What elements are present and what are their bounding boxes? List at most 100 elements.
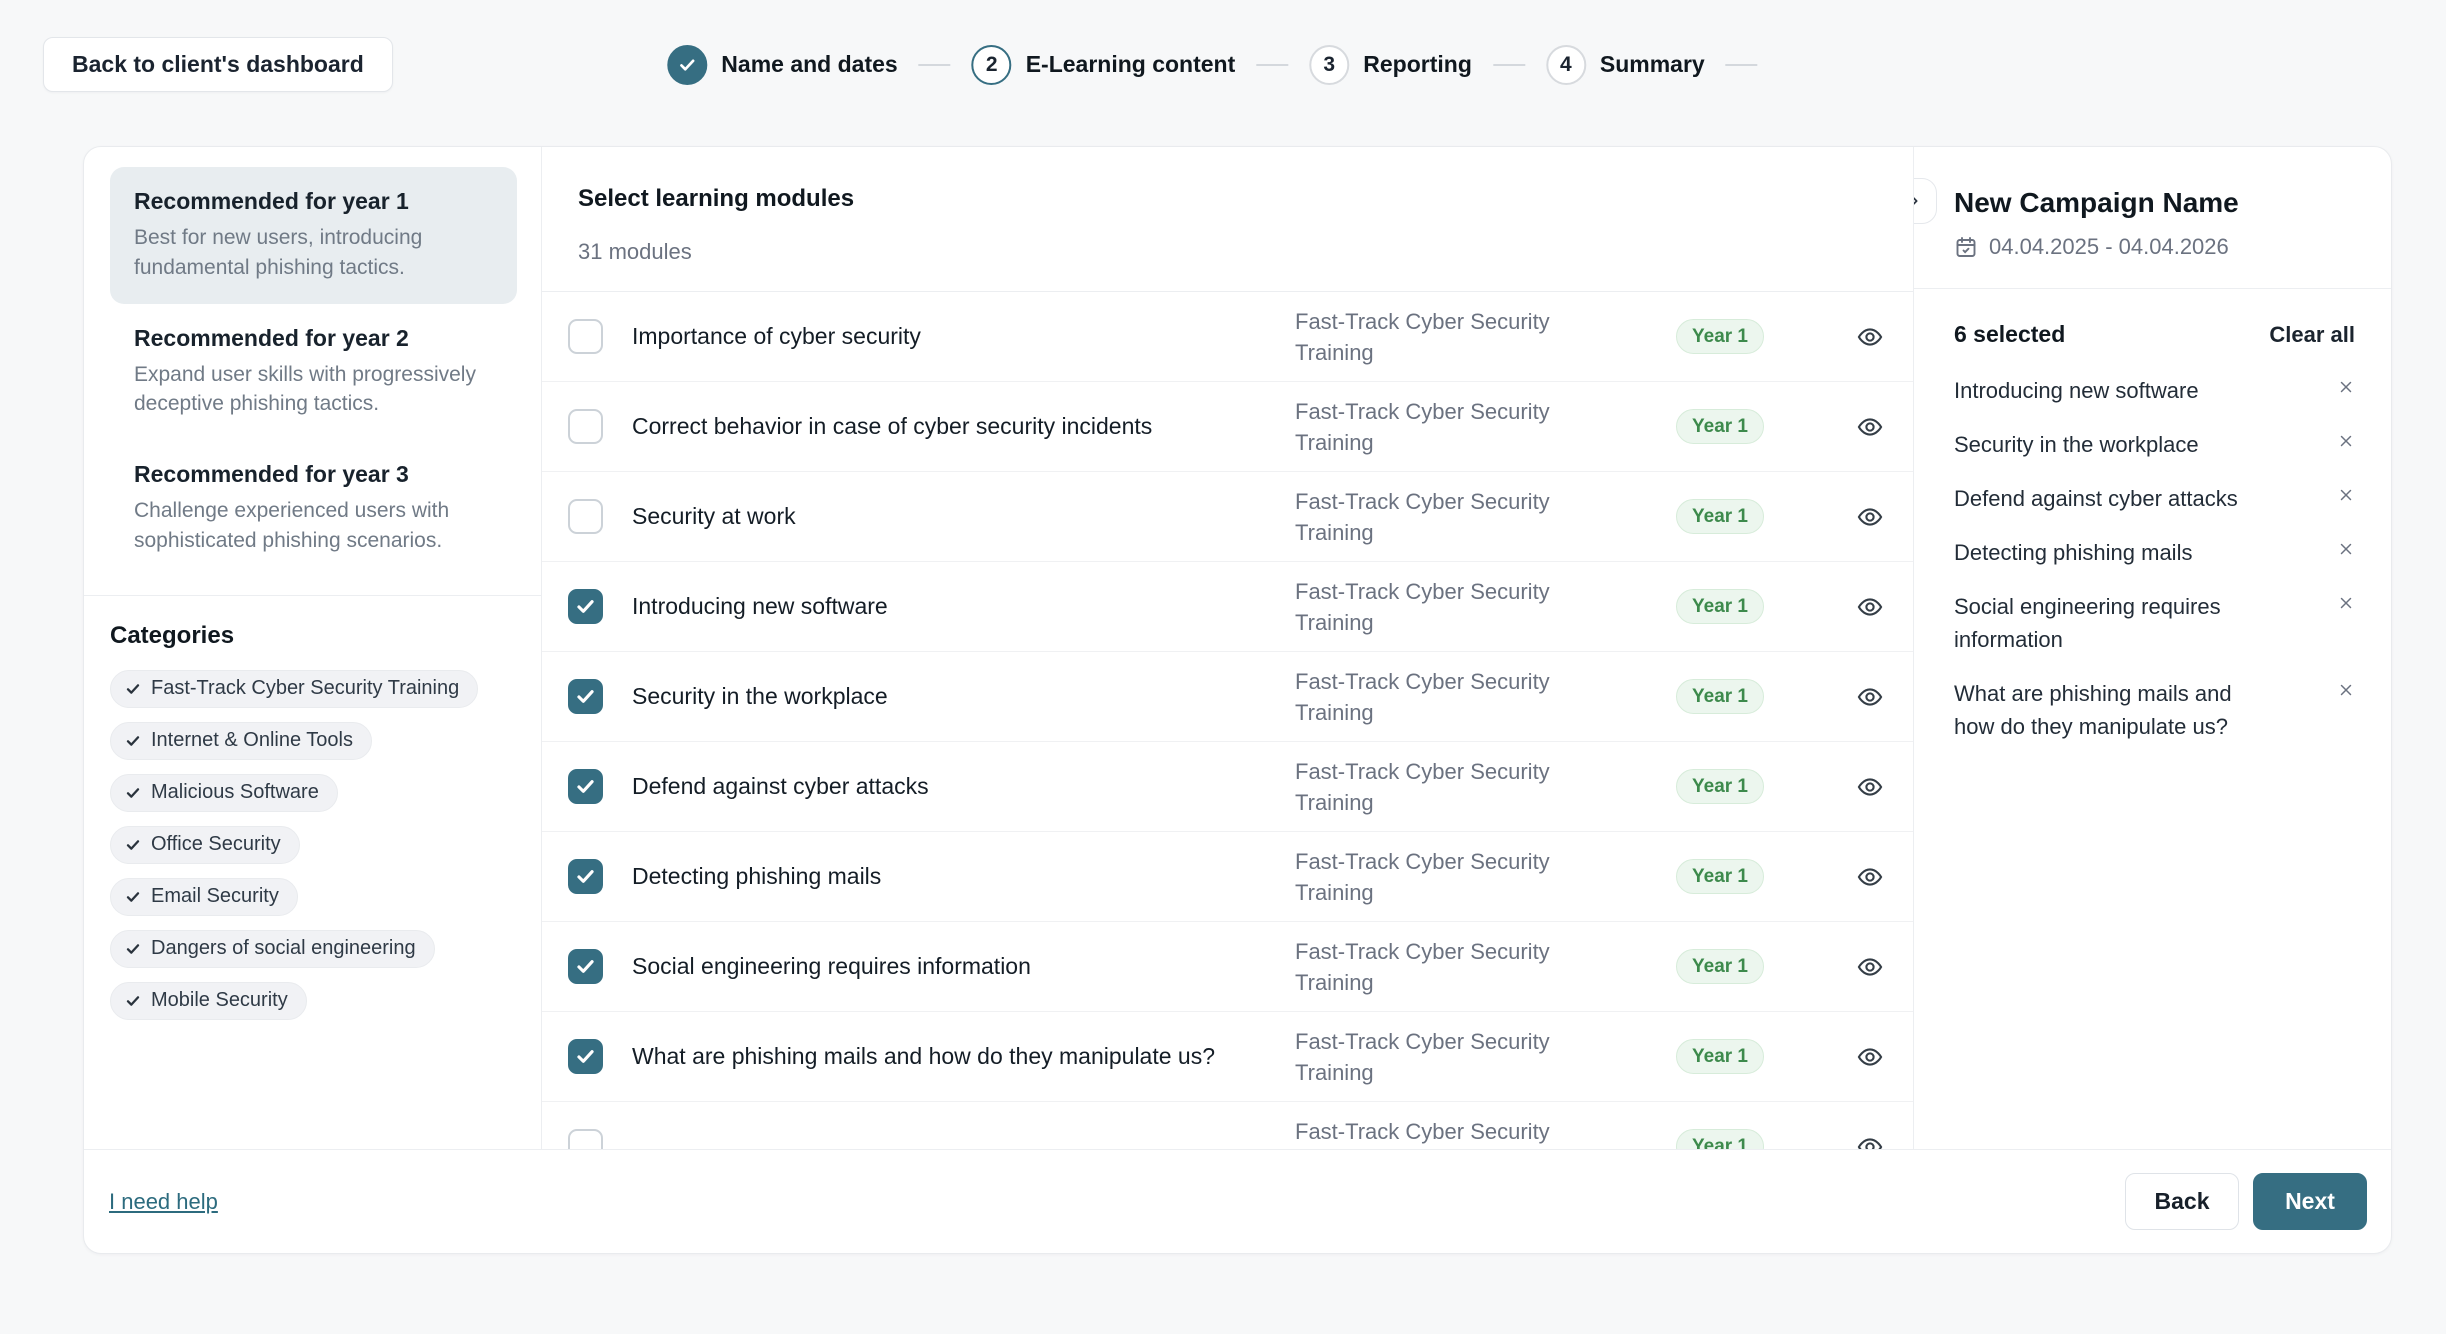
step-connector — [1726, 64, 1758, 66]
module-year-badge-wrap: Year 1 — [1676, 949, 1791, 985]
stepper-step[interactable]: 4 Summary — [1546, 45, 1779, 85]
preview-eye-icon[interactable] — [1856, 593, 1884, 621]
preview-eye-icon[interactable] — [1856, 1043, 1884, 1071]
step-number: 2 — [986, 53, 998, 77]
check-icon — [575, 956, 596, 977]
check-icon — [575, 596, 596, 617]
recommendation-option[interactable]: Recommended for year 3 Challenge experie… — [110, 440, 517, 577]
recommendation-title: Recommended for year 1 — [134, 188, 493, 215]
step-label: Reporting — [1363, 51, 1472, 78]
remove-selected-icon[interactable] — [2337, 594, 2355, 617]
recommendation-option[interactable]: Recommended for year 1 Best for new user… — [110, 167, 517, 304]
module-row[interactable]: Social engineering requires information … — [542, 922, 1913, 1012]
preview-eye-icon[interactable] — [1856, 953, 1884, 981]
module-title: Importance of cyber security — [632, 323, 1295, 350]
step-indicator — [667, 45, 707, 85]
chevron-right-icon — [1914, 192, 1923, 210]
year-badge: Year 1 — [1676, 589, 1764, 625]
module-row[interactable]: Security in the workplace Fast-Track Cyb… — [542, 652, 1913, 742]
module-checkbox[interactable] — [568, 1039, 603, 1074]
category-chip[interactable]: Dangers of social engineering — [110, 930, 435, 968]
year-badge: Year 1 — [1676, 769, 1764, 805]
preview-eye-icon[interactable] — [1856, 503, 1884, 531]
check-icon — [125, 733, 141, 749]
selected-module-label: Social engineering requires information — [1954, 590, 2254, 656]
stepper-step[interactable]: 2 E-Learning content — [972, 45, 1310, 85]
category-chip-label: Office Security — [151, 833, 281, 856]
remove-selected-icon[interactable] — [2337, 681, 2355, 704]
module-row[interactable]: Fast-Track Cyber Security Training Year … — [542, 1102, 1913, 1149]
module-row[interactable]: Security at work Fast-Track Cyber Securi… — [542, 472, 1913, 562]
back-button[interactable]: Back — [2125, 1173, 2239, 1230]
remove-selected-icon[interactable] — [2337, 432, 2355, 455]
module-row[interactable]: Detecting phishing mails Fast-Track Cybe… — [542, 832, 1913, 922]
module-checkbox[interactable] — [568, 589, 603, 624]
module-training-name: Fast-Track Cyber Security Training — [1295, 1116, 1595, 1150]
module-checkbox[interactable] — [568, 679, 603, 714]
preview-eye-icon[interactable] — [1856, 323, 1884, 351]
remove-selected-icon[interactable] — [2337, 378, 2355, 401]
category-chip[interactable]: Mobile Security — [110, 982, 307, 1020]
module-checkbox[interactable] — [568, 319, 603, 354]
recommendation-description: Challenge experienced users with sophist… — [134, 496, 493, 556]
module-year-badge-wrap: Year 1 — [1676, 319, 1791, 355]
back-to-dashboard-button[interactable]: Back to client's dashboard — [43, 37, 393, 92]
remove-selected-icon[interactable] — [2337, 486, 2355, 509]
module-row[interactable]: Defend against cyber attacks Fast-Track … — [542, 742, 1913, 832]
module-checkbox[interactable] — [568, 499, 603, 534]
next-button[interactable]: Next — [2253, 1173, 2367, 1230]
module-training-name: Fast-Track Cyber Security Training — [1295, 306, 1595, 368]
module-checkbox[interactable] — [568, 409, 603, 444]
year-badge: Year 1 — [1676, 1129, 1764, 1149]
recommendation-option[interactable]: Recommended for year 2 Expand user skill… — [110, 304, 517, 441]
module-checkbox[interactable] — [568, 859, 603, 894]
module-row[interactable]: What are phishing mails and how do they … — [542, 1012, 1913, 1102]
selected-module-label: Defend against cyber attacks — [1954, 482, 2254, 515]
preview-eye-icon[interactable] — [1856, 683, 1884, 711]
module-row[interactable]: Correct behavior in case of cyber securi… — [542, 382, 1913, 472]
wizard-footer: I need help Back Next — [84, 1149, 2391, 1253]
collapse-panel-button[interactable] — [1914, 178, 1937, 224]
preview-eye-icon[interactable] — [1856, 1133, 1884, 1150]
categories-heading: Categories — [110, 622, 517, 650]
calendar-icon — [1954, 235, 1978, 259]
campaign-dates-text: 04.04.2025 - 04.04.2026 — [1989, 234, 2229, 260]
module-row[interactable]: Introducing new software Fast-Track Cybe… — [542, 562, 1913, 652]
stepper-step[interactable]: 3 Reporting — [1309, 45, 1546, 85]
category-chip-label: Internet & Online Tools — [151, 729, 353, 752]
check-icon — [125, 889, 141, 905]
category-chip-label: Fast-Track Cyber Security Training — [151, 677, 459, 700]
step-indicator: 3 — [1309, 45, 1349, 85]
module-checkbox[interactable] — [568, 769, 603, 804]
preview-eye-icon[interactable] — [1856, 773, 1884, 801]
help-link[interactable]: I need help — [109, 1189, 218, 1215]
step-label: E-Learning content — [1026, 51, 1236, 78]
category-chip[interactable]: Internet & Online Tools — [110, 722, 372, 760]
stepper-step[interactable]: Name and dates — [667, 45, 971, 85]
category-chip[interactable]: Malicious Software — [110, 774, 338, 812]
recommendations-sidebar: Recommended for year 1 Best for new user… — [84, 147, 542, 1149]
remove-selected-icon[interactable] — [2337, 540, 2355, 563]
selected-module-label: Introducing new software — [1954, 374, 2254, 407]
module-training-name: Fast-Track Cyber Security Training — [1295, 576, 1595, 638]
module-row[interactable]: Importance of cyber security Fast-Track … — [542, 292, 1913, 382]
check-icon — [575, 686, 596, 707]
selected-module-label: Security in the workplace — [1954, 428, 2254, 461]
category-chip[interactable]: Email Security — [110, 878, 298, 916]
category-chip[interactable]: Office Security — [110, 826, 300, 864]
preview-eye-icon[interactable] — [1856, 863, 1884, 891]
module-checkbox[interactable] — [568, 949, 603, 984]
module-checkbox[interactable] — [568, 1129, 603, 1149]
recommendation-title: Recommended for year 3 — [134, 461, 493, 488]
modules-title: Select learning modules — [578, 185, 1877, 213]
check-icon — [125, 993, 141, 1009]
step-connector — [919, 64, 951, 66]
preview-eye-icon[interactable] — [1856, 413, 1884, 441]
clear-all-link[interactable]: Clear all — [2269, 322, 2355, 348]
selected-module-item: Detecting phishing mails — [1954, 536, 2355, 569]
module-title: Introducing new software — [632, 593, 1295, 620]
category-chip[interactable]: Fast-Track Cyber Security Training — [110, 670, 478, 708]
year-badge: Year 1 — [1676, 499, 1764, 535]
category-chip-label: Dangers of social engineering — [151, 937, 416, 960]
module-year-badge-wrap: Year 1 — [1676, 1039, 1791, 1075]
